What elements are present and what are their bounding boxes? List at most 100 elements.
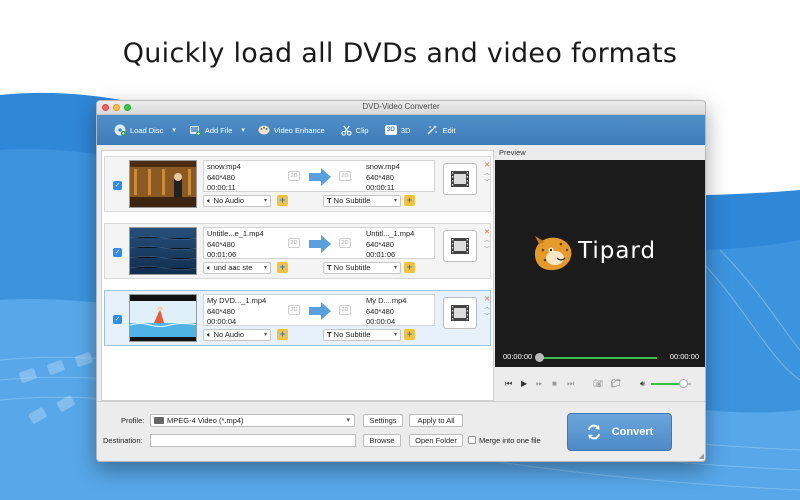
playback-controls: ⏮︎ ▶︎ ⏩︎ ■ ⏭︎ 📷︎ 📁︎ 🔊︎ <box>495 367 705 401</box>
title-bar[interactable]: DVD-Video Converter <box>97 101 705 115</box>
profile-value: MPEG-4 Video (*.mp4) <box>167 416 244 425</box>
output-info: snow.mp4 640*480 00:00:11 <box>366 162 400 194</box>
folder-icon[interactable]: 📁︎ <box>611 379 621 388</box>
move-down-icon[interactable]: ﹀ <box>483 246 491 255</box>
profile-select[interactable]: MPEG-4 Video (*.mp4) ▾ <box>150 414 355 427</box>
load-disc-button[interactable]: Load Disc <box>107 119 170 141</box>
source-resolution: 640*480 <box>207 239 235 249</box>
preview-screen[interactable]: Tipard <box>495 160 705 347</box>
move-down-icon[interactable]: ﹀ <box>483 179 491 188</box>
subtitle-select[interactable]: T No Subtitle ▾ <box>323 262 401 274</box>
resize-grip-icon[interactable]: ◢ <box>699 452 704 460</box>
move-up-icon[interactable]: ︿ <box>483 304 491 313</box>
browse-button[interactable]: Browse <box>363 434 401 447</box>
add-audio-button[interactable]: + <box>277 329 288 340</box>
headline: Quickly load all DVDs and video formats <box>122 38 678 69</box>
edit-clip-button[interactable] <box>443 230 477 262</box>
play-icon[interactable]: ▶︎ <box>521 379 527 388</box>
remove-file-icon[interactable]: ✕ <box>483 295 491 304</box>
add-file-dropdown[interactable]: ▾ <box>241 119 249 141</box>
clip-button[interactable]: Clip <box>334 119 376 141</box>
palette-icon <box>258 125 270 135</box>
audio-track-select[interactable]: 🔈︎ No Audio ▾ <box>203 329 271 341</box>
add-file-button[interactable]: Add File <box>182 119 240 141</box>
edit-clip-button[interactable] <box>443 297 477 329</box>
source-2d-tag: 2D <box>288 171 300 181</box>
move-down-icon[interactable]: ﹀ <box>483 313 491 322</box>
text-icon: T <box>327 263 334 272</box>
merge-checkbox[interactable] <box>468 436 476 444</box>
load-disc-label: Load Disc <box>130 125 164 135</box>
merge-label: Merge into one file <box>479 436 541 445</box>
video-enhance-button[interactable]: Video Enhance <box>251 119 332 141</box>
chevron-down-icon: ▾ <box>393 198 397 204</box>
logo-text: Tipard <box>578 238 657 264</box>
progress-handle[interactable] <box>535 353 544 362</box>
convert-arrow-icon <box>309 168 331 186</box>
disc-icon <box>114 124 126 136</box>
progress-track[interactable] <box>539 357 657 359</box>
preview-label: Preview <box>499 148 526 157</box>
chevron-down-icon: ▾ <box>346 417 350 424</box>
add-subtitle-button[interactable]: + <box>404 329 415 340</box>
tipard-logo-icon <box>535 236 572 271</box>
file-checkbox[interactable]: ✓ <box>113 315 122 324</box>
move-up-icon[interactable]: ︿ <box>483 170 491 179</box>
add-audio-button[interactable]: + <box>277 195 288 206</box>
edit-button[interactable]: Edit <box>419 119 462 141</box>
snapshot-icon[interactable]: 📷︎ <box>593 379 603 388</box>
source-filename: My DVD..._1.mp4 <box>207 296 267 305</box>
file-row[interactable]: ✓ Untitle...e_1.mp4 640*480 00:01:06 2D … <box>104 223 491 279</box>
file-row[interactable]: ✓ snow.mp4 640*480 00:00:11 2D 2D snow.m… <box>104 156 491 212</box>
row-controls: ✕ ︿ ﹀ <box>483 228 491 255</box>
chevron-down-icon: ▾ <box>263 198 267 204</box>
fast-forward-icon[interactable]: ⏩︎ <box>536 379 542 389</box>
output-resolution: 640*480 <box>366 306 394 316</box>
volume-handle[interactable] <box>679 379 688 388</box>
output-resolution: 640*480 <box>366 172 394 182</box>
video-thumbnail <box>129 227 197 275</box>
output-2d-tag: 2D <box>339 238 351 248</box>
next-icon[interactable]: ⏭︎ <box>567 379 574 389</box>
add-audio-button[interactable]: + <box>277 262 288 273</box>
window-title: DVD-Video Converter <box>362 102 440 111</box>
source-info: My DVD..._1.mp4 640*480 00:00:04 <box>207 296 266 328</box>
audio-track-select[interactable]: 🔈︎ und aac ste ▾ <box>203 262 271 274</box>
three-d-label: 3D <box>400 125 411 135</box>
row-controls: ✕ ︿ ﹀ <box>483 161 491 188</box>
output-duration: 00:00:04 <box>366 317 396 326</box>
three-d-button[interactable]: 3D 3D <box>378 119 418 141</box>
destination-input[interactable] <box>150 434 356 447</box>
output-resolution: 640*480 <box>366 239 394 249</box>
convert-label: Convert <box>611 426 654 438</box>
apply-to-all-button[interactable]: Apply to All <box>409 414 463 427</box>
convert-button[interactable]: Convert <box>567 413 672 451</box>
open-folder-button[interactable]: Open Folder <box>409 434 463 447</box>
file-checkbox[interactable]: ✓ <box>113 248 122 257</box>
add-subtitle-button[interactable]: + <box>404 195 415 206</box>
profile-label: Profile: <box>121 416 145 425</box>
move-up-icon[interactable]: ︿ <box>483 237 491 246</box>
stop-icon[interactable]: ■ <box>552 379 557 388</box>
add-subtitle-button[interactable]: + <box>404 262 415 273</box>
file-info: snow.mp4 640*480 00:00:11 2D 2D snow.mp4… <box>203 160 435 192</box>
file-checkbox[interactable]: ✓ <box>113 181 122 190</box>
volume-icon[interactable]: 🔊︎ <box>640 379 645 389</box>
load-disc-dropdown[interactable]: ▾ <box>172 119 180 141</box>
remove-file-icon[interactable]: ✕ <box>483 228 491 237</box>
audio-track-select[interactable]: 🔈︎ No Audio ▾ <box>203 195 271 207</box>
file-list: ✓ snow.mp4 640*480 00:00:11 2D 2D snow.m… <box>101 150 494 401</box>
bottom-panel: Profile: MPEG-4 Video (*.mp4) ▾ Settings… <box>97 401 705 461</box>
source-filename: Untitle...e_1.mp4 <box>207 229 264 238</box>
output-2d-tag: 2D <box>339 171 351 181</box>
timeline: 00:00:00 00:00:00 <box>495 347 705 367</box>
source-duration: 00:00:11 <box>207 183 236 192</box>
edit-clip-button[interactable] <box>443 163 477 195</box>
film-edit-icon <box>451 305 469 321</box>
settings-button[interactable]: Settings <box>363 414 403 427</box>
subtitle-select[interactable]: T No Subtitle ▾ <box>323 195 401 207</box>
subtitle-select[interactable]: T No Subtitle ▾ <box>323 329 401 341</box>
previous-icon[interactable]: ⏮︎ <box>505 379 512 389</box>
file-row[interactable]: ✓ My DVD..._1.mp4 640*480 00:00:04 2D 2D… <box>104 290 491 346</box>
remove-file-icon[interactable]: ✕ <box>483 161 491 170</box>
